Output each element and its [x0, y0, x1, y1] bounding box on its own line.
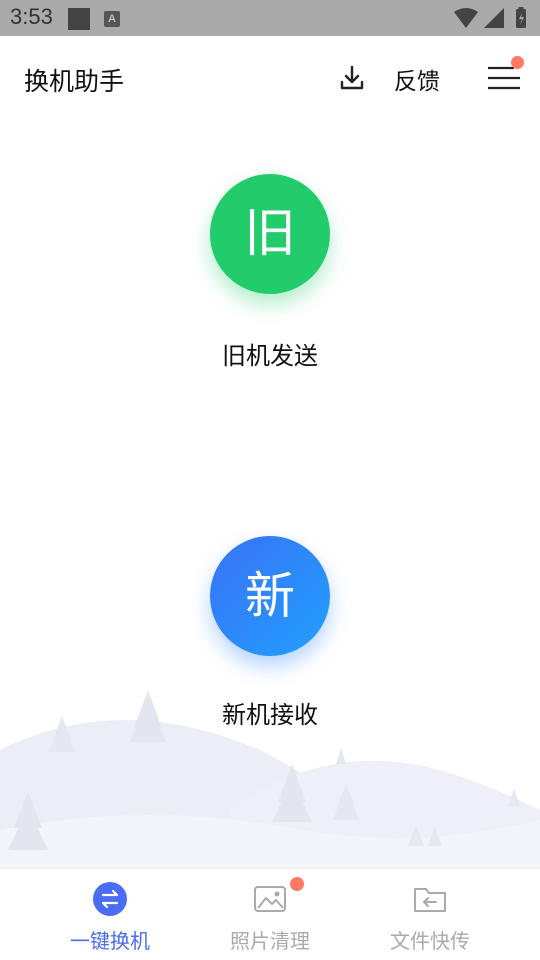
tab-file-transfer[interactable]: 文件快传 — [350, 869, 510, 960]
notification-a-icon: A — [104, 11, 120, 27]
feedback-button[interactable]: 反馈 — [394, 62, 440, 96]
page-title: 换机助手 — [24, 67, 125, 96]
tab-file-transfer-label: 文件快传 — [390, 929, 470, 953]
status-bar: 3:53 A — [0, 0, 540, 36]
download-icon[interactable] — [336, 62, 368, 94]
image-icon — [254, 886, 286, 912]
new-device-receive-button[interactable]: 新 — [210, 536, 330, 656]
status-icons — [454, 7, 526, 28]
tab-photo-cleanup[interactable]: 照片清理 — [190, 869, 350, 960]
photo-cleanup-badge — [290, 877, 304, 891]
wifi-icon — [454, 8, 478, 28]
signal-icon — [484, 8, 504, 28]
status-time: 3:53 — [10, 4, 53, 29]
swap-icon — [93, 882, 127, 916]
old-device-send-label[interactable]: 旧机发送 — [170, 336, 370, 371]
tab-photo-cleanup-label: 照片清理 — [230, 929, 310, 953]
tab-one-click-switch[interactable]: 一键换机 — [30, 869, 190, 960]
app-bar: 换机助手 反馈 — [0, 36, 540, 118]
menu-badge — [511, 56, 524, 69]
tab-one-click-switch-label: 一键换机 — [70, 929, 150, 953]
old-device-icon-text: 旧 — [243, 204, 296, 264]
notification-square-icon — [68, 8, 90, 30]
old-device-send-button[interactable]: 旧 — [210, 174, 330, 294]
bottom-navigation: 一键换机 照片清理 文件快传 — [0, 868, 540, 960]
landscape-illustration — [0, 690, 540, 870]
folder-transfer-icon — [414, 888, 446, 912]
new-device-icon-text: 新 — [245, 567, 295, 625]
